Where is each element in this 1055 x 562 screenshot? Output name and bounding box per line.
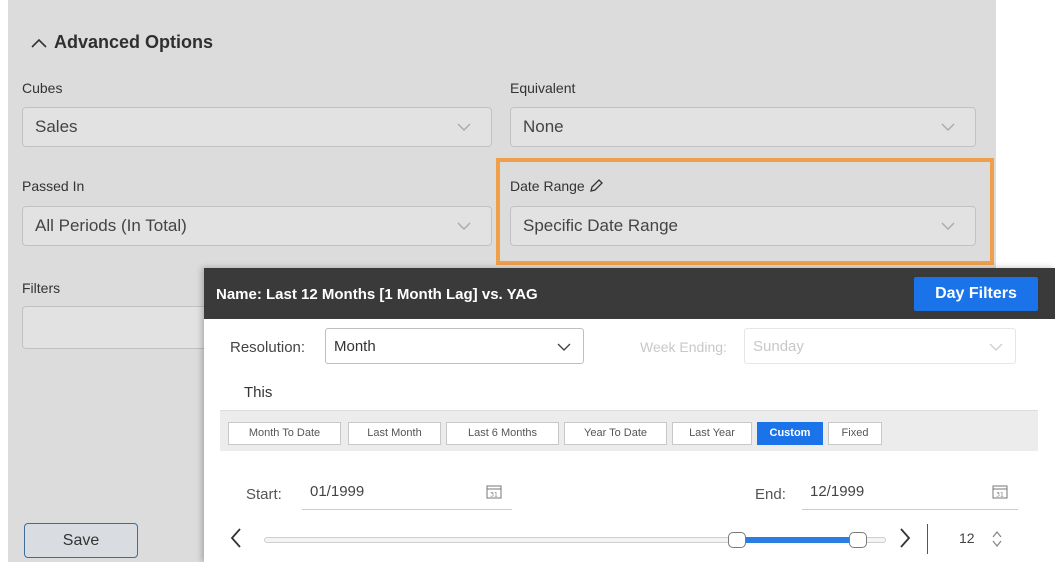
start-label: Start:	[246, 486, 282, 503]
preset-year-to-date[interactable]: Year To Date	[564, 422, 667, 445]
popup-title: Name: Last 12 Months [1 Month Lag] vs. Y…	[216, 286, 538, 303]
preset-last-month[interactable]: Last Month	[348, 422, 441, 445]
resolution-label: Resolution:	[230, 339, 306, 356]
date-range-popup: Name: Last 12 Months [1 Month Lag] vs. Y…	[204, 268, 1055, 562]
calendar-icon[interactable]: 31	[486, 484, 502, 499]
passed-in-value: All Periods (In Total)	[35, 216, 187, 235]
preset-fixed[interactable]: Fixed	[828, 422, 882, 445]
range-count[interactable]: 12	[959, 530, 975, 546]
preset-custom[interactable]: Custom	[757, 422, 823, 445]
preset-last-6-months[interactable]: Last 6 Months	[446, 422, 559, 445]
date-range-highlight	[496, 158, 994, 265]
range-slider-start-handle[interactable]	[727, 532, 746, 548]
resolution-select[interactable]: Month	[325, 328, 584, 364]
resolution-value: Month	[334, 338, 376, 355]
range-slider-end-handle[interactable]	[849, 532, 867, 548]
range-slider-fill	[736, 537, 858, 543]
spinner-arrows-icon[interactable]	[990, 528, 1004, 550]
svg-text:31: 31	[490, 492, 498, 499]
passed-in-label: Passed In	[22, 178, 85, 194]
end-date-value: 12/1999	[810, 483, 865, 500]
start-date-value: 01/1999	[310, 483, 365, 500]
preset-month-to-date[interactable]: Month To Date	[228, 422, 341, 445]
chevron-down-icon	[989, 343, 1003, 351]
week-ending-select[interactable]: Sunday	[744, 328, 1016, 364]
chevron-down-icon	[557, 343, 571, 351]
this-label: This	[244, 384, 273, 401]
cubes-select[interactable]: Sales	[22, 107, 492, 147]
chevron-left-icon[interactable]	[228, 526, 244, 550]
chevron-right-icon[interactable]	[897, 526, 913, 550]
save-button[interactable]: Save	[24, 523, 138, 558]
equivalent-select[interactable]: None	[510, 107, 976, 147]
week-ending-label: Week Ending:	[640, 339, 727, 355]
preset-last-year[interactable]: Last Year	[672, 422, 752, 445]
end-date-field[interactable]: 12/1999 31	[802, 474, 1018, 510]
advanced-options-toggle[interactable]: Advanced Options	[30, 32, 213, 53]
calendar-icon[interactable]: 31	[992, 484, 1008, 499]
advanced-options-title: Advanced Options	[54, 32, 214, 52]
filters-input[interactable]	[22, 306, 212, 349]
passed-in-select[interactable]: All Periods (In Total)	[22, 206, 492, 246]
week-ending-value: Sunday	[753, 338, 804, 355]
chevron-down-icon	[457, 222, 471, 230]
equivalent-label: Equivalent	[510, 80, 576, 96]
equivalent-value: None	[523, 117, 564, 136]
cubes-value: Sales	[35, 117, 78, 136]
cubes-label: Cubes	[22, 80, 63, 96]
filters-label: Filters	[22, 280, 61, 296]
popup-header: Name: Last 12 Months [1 Month Lag] vs. Y…	[204, 268, 1055, 319]
divider	[927, 524, 928, 554]
chevron-down-icon	[457, 123, 471, 131]
preset-bar: Month To Date Last Month Last 6 Months Y…	[220, 410, 1038, 451]
svg-text:31: 31	[996, 492, 1004, 499]
chevron-down-icon	[941, 123, 955, 131]
start-date-field[interactable]: 01/1999 31	[302, 474, 512, 510]
chevron-up-icon	[31, 38, 47, 48]
day-filters-button[interactable]: Day Filters	[914, 277, 1038, 311]
end-label: End:	[755, 486, 786, 503]
